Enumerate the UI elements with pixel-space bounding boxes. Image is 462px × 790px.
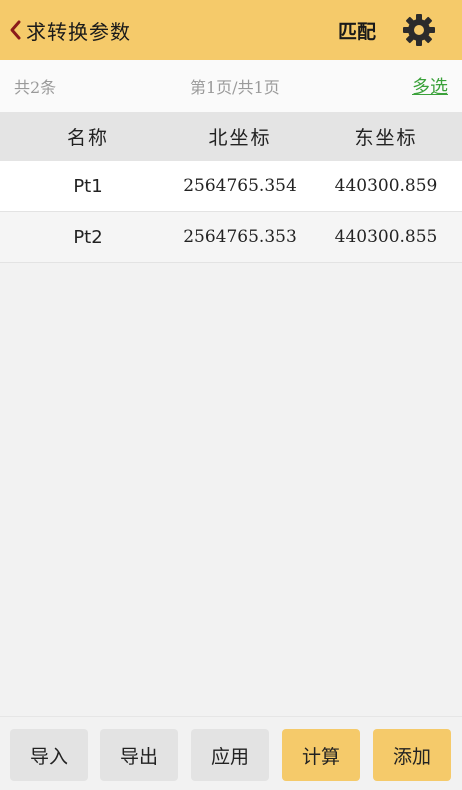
page-title: 求转换参数 [26,19,131,44]
bottom-toolbar: 导入 导出 应用 计算 添加 [0,716,462,790]
page-indicator: 第1页/共1页 [190,78,280,97]
column-header-north: 北坐标 [208,127,272,149]
import-button[interactable]: 导入 [10,729,88,781]
east-coordinate: 440300.859 [334,176,438,196]
chevron-left-icon [8,19,22,41]
info-bar: 共2条 第1页/共1页 多选 [0,60,462,112]
compute-button[interactable]: 计算 [282,729,360,781]
north-coordinate: 2564765.354 [183,176,297,196]
settings-button[interactable] [402,13,436,47]
back-button[interactable] [0,0,22,60]
apply-button[interactable]: 应用 [191,729,269,781]
top-bar: 求转换参数 匹配 [0,0,462,60]
table-header: 名称 北坐标 东坐标 [0,112,462,161]
north-coordinate: 2564765.353 [183,227,297,247]
match-button[interactable]: 匹配 [338,0,376,60]
table-row[interactable]: Pt2 2564765.353 440300.855 [0,212,462,263]
table-body: Pt1 2564765.354 440300.859 Pt2 2564765.3… [0,161,462,263]
add-button[interactable]: 添加 [373,729,451,781]
app-root: 求转换参数 匹配 共2条 第1页/共1页 多选 名称 北坐标 东坐标 Pt1 2… [0,0,462,790]
record-count: 共2条 [14,78,57,97]
export-button[interactable]: 导出 [100,729,178,781]
column-header-east: 东坐标 [354,127,418,149]
gear-icon [402,14,436,51]
multi-select-link[interactable]: 多选 [412,73,448,99]
east-coordinate: 440300.855 [334,227,438,247]
table-row[interactable]: Pt1 2564765.354 440300.859 [0,161,462,212]
